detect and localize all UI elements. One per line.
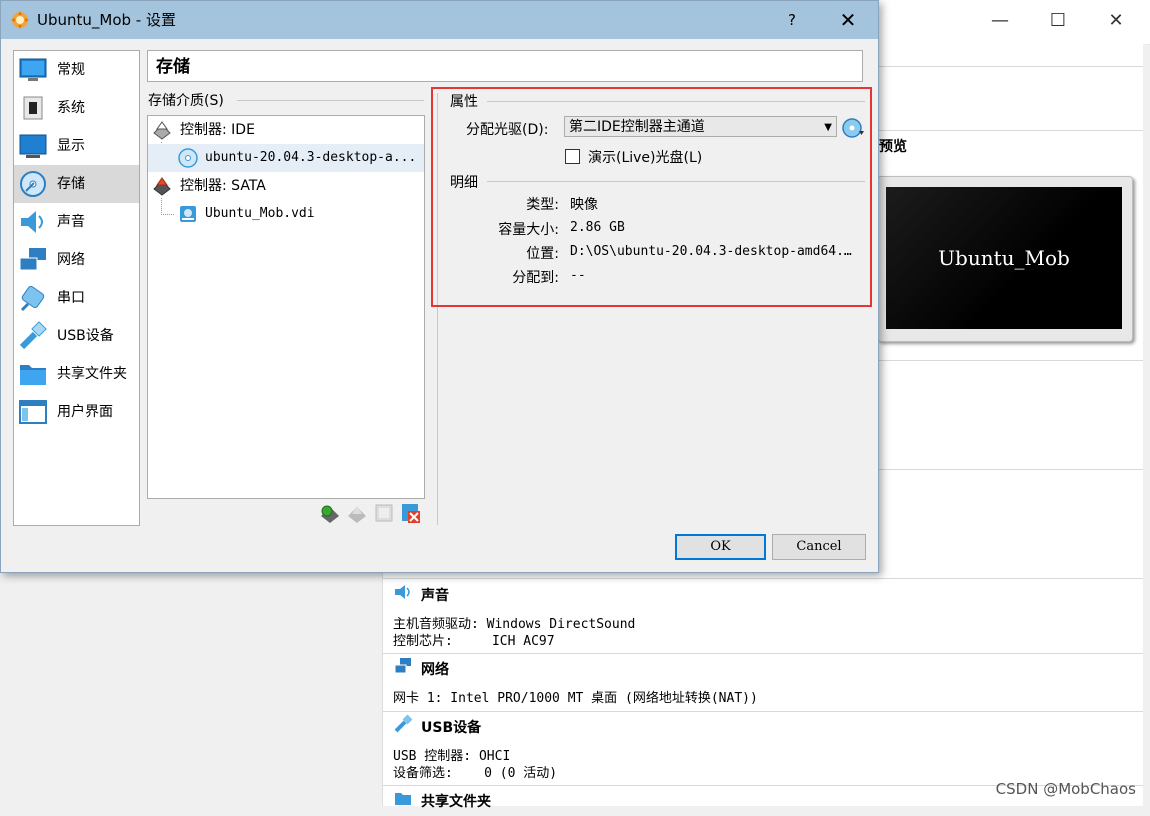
dialog-title: Ubuntu_Mob - 设置	[37, 11, 176, 29]
chip-icon	[18, 93, 48, 123]
remove-attachment-button[interactable]	[400, 502, 422, 524]
audio-controller: 控制芯片: ICH AC97	[393, 634, 555, 649]
sidebar-item-user-interface[interactable]: 用户界面	[14, 393, 139, 431]
storage-media-label: 存储介质(S)	[148, 93, 224, 109]
hard-disk-icon	[178, 204, 198, 224]
main-window-titlebar: — ☐ ✕	[878, 0, 1150, 45]
sidebar-item-general[interactable]: 常规	[14, 51, 139, 89]
remove-controller-button[interactable]	[346, 502, 368, 524]
network-icon	[393, 656, 413, 684]
remove-controller-icon	[348, 506, 366, 523]
details-group-title: 明细	[450, 175, 478, 191]
add-attachment-button[interactable]	[373, 502, 395, 524]
main-close-button[interactable]: ✕	[1096, 6, 1136, 36]
serial-port-icon	[18, 283, 48, 313]
sidebar-item-display[interactable]: 显示	[14, 127, 139, 165]
disk-icon	[18, 169, 48, 199]
audio-section-header[interactable]: 声音	[393, 582, 449, 606]
divider	[487, 101, 865, 102]
audio-section-title: 声音	[421, 588, 449, 604]
network-section-header[interactable]: 网络	[393, 656, 449, 680]
network-icon	[18, 245, 48, 275]
tree-controller-sata[interactable]: 控制器: SATA	[148, 172, 424, 200]
attached-to-value: --	[570, 268, 586, 283]
scrollbar[interactable]	[1143, 44, 1149, 806]
storage-tree: 控制器: IDE ubuntu-20.04.3-desktop-a... 控制器…	[147, 115, 425, 499]
remove-attachment-icon	[402, 504, 420, 523]
ide-controller-icon	[152, 120, 172, 140]
usb-controller: USB 控制器: OHCI	[393, 749, 511, 764]
usb-device-filters: 设备筛选: 0 (0 活动)	[393, 766, 558, 781]
size-value: 2.86 GB	[570, 220, 625, 235]
settings-dialog: Ubuntu_Mob - 设置 ? ✕ 常规 系统 显示 存储 声音 网络 串口…	[0, 0, 879, 573]
type-label: 类型:	[526, 197, 559, 213]
virtualbox-logo-icon	[10, 10, 30, 34]
window-icon	[18, 397, 48, 427]
network-adapter-1: 网卡 1: Intel PRO/1000 MT 桌面 (网络地址转换(NAT))	[393, 691, 758, 706]
shared-folders-section-header[interactable]: 共享文件夹	[393, 788, 491, 812]
minimize-button[interactable]: —	[980, 6, 1020, 36]
tree-item-sata-disk[interactable]: Ubuntu_Mob.vdi	[148, 200, 424, 228]
sidebar-item-usb[interactable]: USB设备	[14, 317, 139, 355]
tree-item-ide-disc[interactable]: ubuntu-20.04.3-desktop-a...	[148, 144, 424, 172]
choose-disc-button[interactable]	[841, 117, 865, 139]
divider	[383, 653, 1149, 654]
usb-section-header[interactable]: USB设备	[393, 714, 481, 738]
sidebar-item-shared-folders[interactable]: 共享文件夹	[14, 355, 139, 393]
chevron-down-icon: ▼	[824, 122, 832, 133]
divider	[487, 181, 865, 182]
settings-sidebar: 常规 系统 显示 存储 声音 网络 串口 USB设备 共享文件夹 用户界面	[13, 50, 140, 526]
optical-drive-label: 分配光驱(D):	[466, 122, 549, 138]
preview-frame: Ubuntu_Mob	[877, 176, 1133, 342]
page-title: 存储	[147, 50, 863, 82]
usb-section-title: USB设备	[421, 720, 482, 736]
cancel-button[interactable]: Cancel	[772, 534, 866, 560]
attached-to-label: 分配到:	[512, 270, 559, 286]
network-section-title: 网络	[421, 662, 449, 678]
audio-host-driver: 主机音频驱动: Windows DirectSound	[393, 617, 636, 632]
monitor-icon	[18, 55, 48, 85]
live-cd-checkbox[interactable]	[565, 149, 580, 164]
live-cd-label[interactable]: 演示(Live)光盘(L)	[588, 147, 702, 167]
usb-icon	[18, 321, 48, 351]
add-controller-icon	[321, 505, 339, 523]
watermark: CSDN @MobChaos	[995, 780, 1136, 798]
display-icon	[18, 131, 48, 161]
divider	[237, 100, 424, 101]
folder-icon	[393, 788, 413, 816]
sata-controller-icon	[152, 176, 172, 196]
size-label: 容量大小:	[498, 222, 559, 238]
sidebar-item-storage[interactable]: 存储	[14, 165, 139, 203]
type-value: 映像	[570, 197, 598, 213]
maximize-button[interactable]: ☐	[1038, 6, 1078, 36]
add-attachment-icon	[375, 504, 393, 522]
attributes-group-title: 属性	[450, 94, 478, 110]
location-label: 位置:	[526, 246, 559, 262]
sidebar-item-network[interactable]: 网络	[14, 241, 139, 279]
close-button[interactable]: ✕	[831, 5, 865, 35]
sidebar-item-audio[interactable]: 声音	[14, 203, 139, 241]
optical-disc-icon	[178, 148, 198, 168]
folder-icon	[18, 359, 48, 389]
divider	[383, 711, 1149, 712]
preview-title: 预览	[879, 139, 907, 155]
sidebar-item-serial[interactable]: 串口	[14, 279, 139, 317]
location-value: D:\OS\ubuntu-20.04.3-desktop-amd64.…	[570, 244, 852, 259]
dialog-titlebar[interactable]: Ubuntu_Mob - 设置 ? ✕	[1, 1, 878, 39]
speaker-icon	[18, 207, 48, 237]
tree-controller-ide[interactable]: 控制器: IDE	[148, 116, 424, 144]
shared-folders-section-title: 共享文件夹	[421, 794, 491, 810]
usb-icon	[393, 714, 413, 742]
speaker-icon	[393, 582, 413, 610]
help-button[interactable]: ?	[777, 5, 807, 35]
preview-vm-name: Ubuntu_Mob	[886, 187, 1122, 329]
ok-button[interactable]: OK	[675, 534, 766, 560]
optical-drive-select[interactable]: 第二IDE控制器主通道 ▼	[564, 116, 837, 137]
optical-disc-icon	[842, 118, 864, 138]
divider	[383, 578, 1149, 579]
sidebar-item-system[interactable]: 系统	[14, 89, 139, 127]
add-controller-button[interactable]	[319, 502, 341, 524]
